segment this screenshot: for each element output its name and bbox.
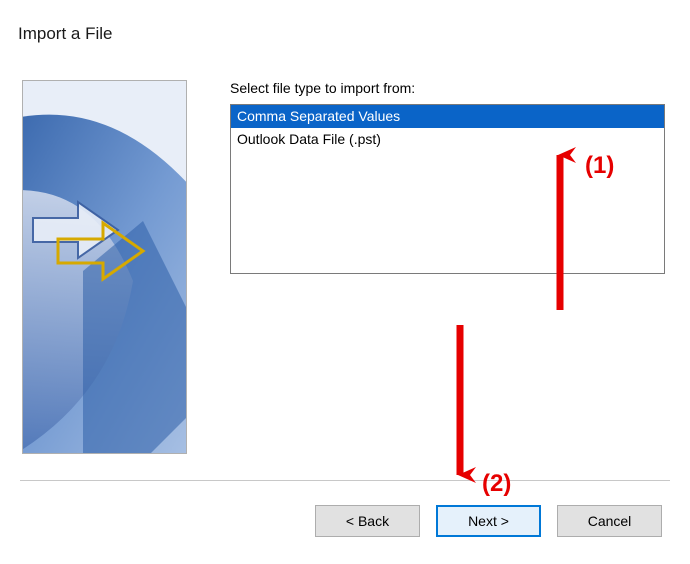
cancel-button[interactable]: Cancel [557, 505, 662, 537]
file-type-label: Select file type to import from: [230, 80, 665, 96]
content-area: Select file type to import from: Comma S… [230, 80, 665, 274]
list-item[interactable]: Outlook Data File (.pst) [231, 128, 664, 151]
dialog-title: Import a File [18, 24, 112, 44]
back-button[interactable]: < Back [315, 505, 420, 537]
button-row: < Back Next > Cancel [315, 505, 662, 537]
list-item[interactable]: Comma Separated Values [231, 105, 664, 128]
file-type-list[interactable]: Comma Separated Values Outlook Data File… [230, 104, 665, 274]
wizard-graphic [22, 80, 187, 454]
annotation-label-2: (2) [482, 470, 511, 498]
next-button[interactable]: Next > [436, 505, 541, 537]
separator [20, 480, 670, 481]
